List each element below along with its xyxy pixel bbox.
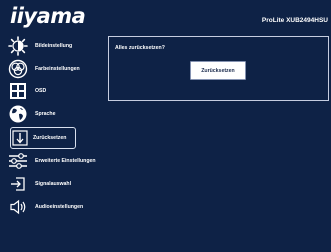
sliders-icon	[7, 150, 29, 172]
menu-item-color[interactable]: Farbeinstellungen	[7, 58, 103, 80]
reset-icon	[11, 127, 29, 149]
osd-grid-icon	[7, 80, 29, 102]
reset-panel: Alles zurücksetzen? Zurücksetzen	[108, 36, 329, 101]
menu-item-audio[interactable]: Audioeinstellungen	[7, 196, 103, 218]
brand-logo: iiyama	[10, 4, 86, 28]
menu-item-reset[interactable]: Zurücksetzen	[10, 127, 76, 149]
menu-item-label: Bildeinstellung	[35, 43, 73, 49]
reset-question: Alles zurücksetzen?	[115, 45, 165, 51]
menu-item-label: Sprache	[35, 111, 56, 117]
sun-icon	[7, 35, 29, 57]
menu-item-label: Farbeinstellungen	[35, 66, 80, 72]
menu-item-label: OSD	[35, 88, 47, 94]
menu-item-label: Erweiterte Einstellungen	[35, 158, 96, 164]
menu-item-signal[interactable]: Signalauswahl	[7, 173, 103, 195]
menu-item-picture[interactable]: Bildeinstellung	[7, 35, 103, 57]
reset-button[interactable]: Zurücksetzen	[190, 61, 246, 80]
menu-item-advanced[interactable]: Erweiterte Einstellungen	[7, 150, 103, 172]
menu-item-language[interactable]: Sprache	[7, 103, 103, 125]
globe-icon	[7, 103, 29, 125]
speaker-icon	[7, 196, 29, 218]
color-circles-icon	[7, 58, 29, 80]
menu-item-label: Zurücksetzen	[33, 135, 67, 141]
menu-item-osd[interactable]: OSD	[7, 80, 103, 102]
input-icon	[7, 173, 29, 195]
menu-item-label: Signalauswahl	[35, 181, 72, 187]
model-name: ProLite XUB2494HSU	[261, 17, 328, 24]
menu-item-label: Audioeinstellungen	[35, 204, 84, 210]
